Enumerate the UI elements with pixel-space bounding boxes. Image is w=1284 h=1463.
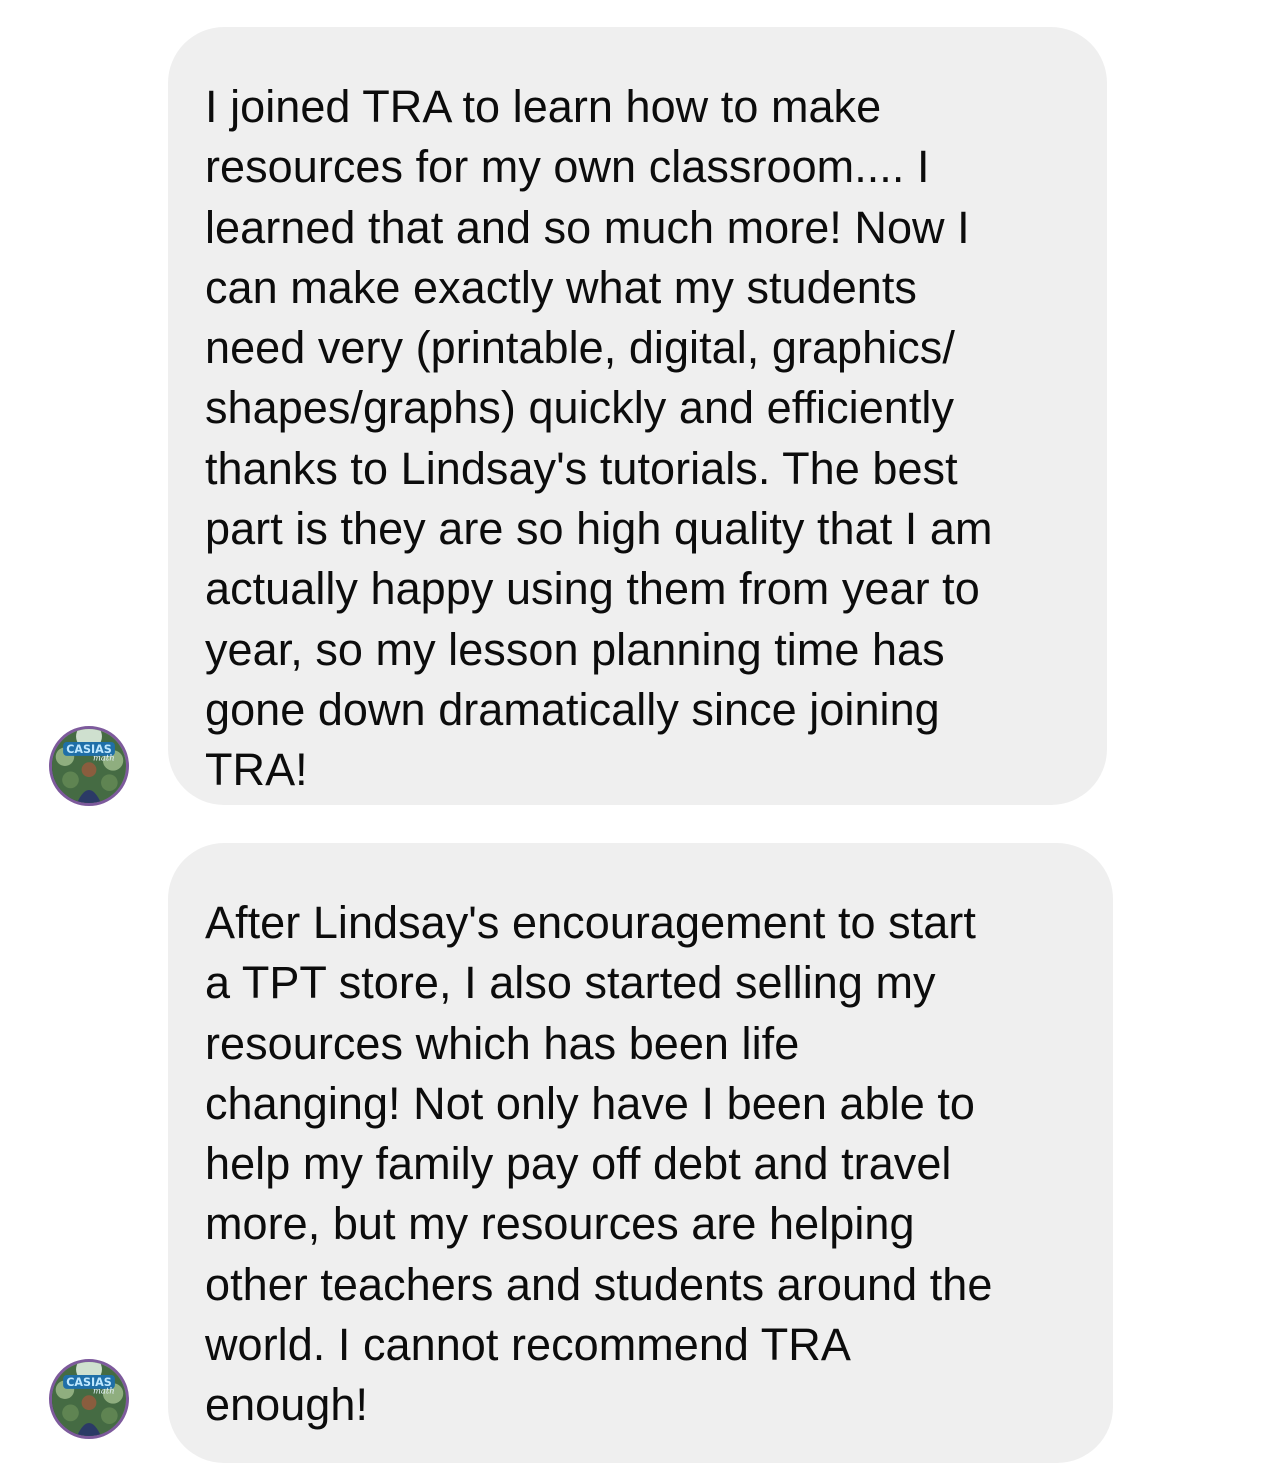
- casias-math-logo-icon: CASIAS math: [52, 729, 126, 803]
- message-bubble[interactable]: I joined TRA to learn how to make resour…: [168, 27, 1107, 805]
- message-bubble[interactable]: After Lindsay's encouragement to start a…: [168, 843, 1113, 1463]
- svg-text:math: math: [93, 752, 115, 762]
- casias-math-logo-icon: CASIAS math: [52, 1362, 126, 1436]
- message-text: I joined TRA to learn how to make resour…: [205, 81, 993, 796]
- svg-text:math: math: [93, 1385, 115, 1395]
- message-text: After Lindsay's encouragement to start a…: [205, 897, 993, 1431]
- avatar[interactable]: CASIAS math: [49, 726, 129, 806]
- avatar[interactable]: CASIAS math: [49, 1359, 129, 1439]
